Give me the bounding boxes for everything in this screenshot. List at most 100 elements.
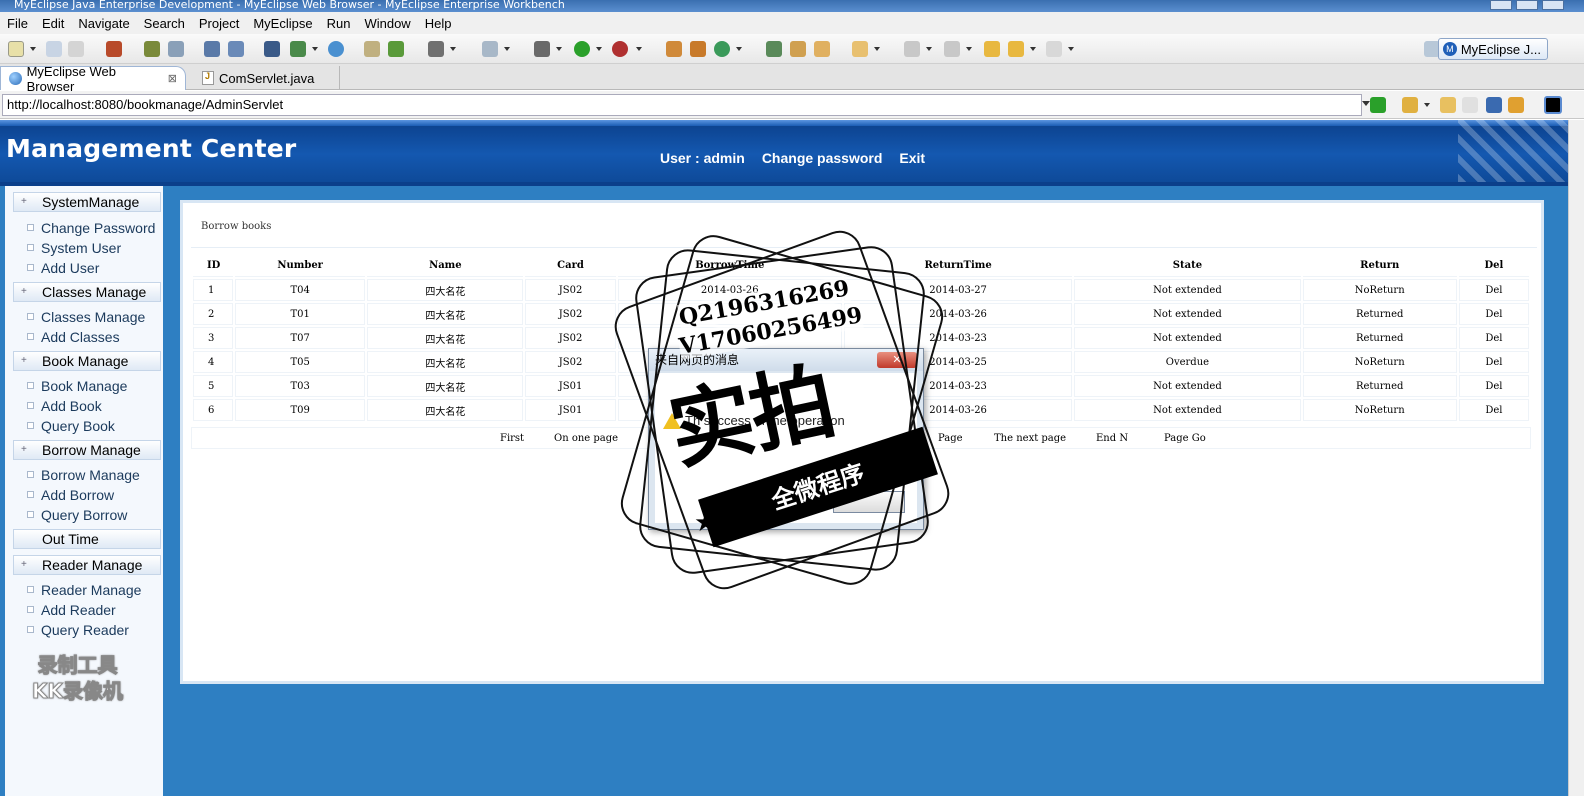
sidebar-group-book[interactable]: + Book Manage xyxy=(13,351,161,371)
next-annotation-dropdown-icon[interactable] xyxy=(926,47,932,51)
pager-prev[interactable]: On one page xyxy=(554,433,618,444)
menu-project[interactable]: Project xyxy=(192,16,246,31)
change-password-link[interactable]: Change password xyxy=(762,150,883,166)
tools-dropdown-icon[interactable] xyxy=(504,47,510,51)
sidebar-item-reader-manage[interactable]: Reader Manage xyxy=(21,581,141,599)
sidebar-item-change-password[interactable]: Change Password xyxy=(21,219,155,237)
maximize-button[interactable] xyxy=(1516,0,1538,10)
menu-help[interactable]: Help xyxy=(418,16,459,31)
pager-first[interactable]: First xyxy=(500,433,524,444)
pencil-icon[interactable] xyxy=(790,41,806,57)
cell-del[interactable]: Del xyxy=(1458,351,1529,373)
menu-window[interactable]: Window xyxy=(357,16,417,31)
vertical-scrollbar[interactable] xyxy=(1568,120,1584,796)
back-dropdown-icon[interactable] xyxy=(1030,47,1036,51)
screenshot-icon[interactable] xyxy=(428,41,444,57)
forward-dropdown-icon[interactable] xyxy=(1068,47,1074,51)
build-icon[interactable] xyxy=(144,41,160,57)
cell-return[interactable]: NoReturn xyxy=(1302,351,1457,373)
browser-globe-icon[interactable] xyxy=(328,41,344,57)
hierarchy-icon[interactable] xyxy=(264,41,280,57)
folder-dropdown-icon[interactable] xyxy=(874,47,880,51)
sidebar-group-reader[interactable]: + Reader Manage xyxy=(13,555,161,575)
url-input[interactable]: http://localhost:8080/bookmanage/AdminSe… xyxy=(2,94,1362,116)
new-class-dropdown-icon[interactable] xyxy=(312,47,318,51)
terminal-icon[interactable] xyxy=(1544,96,1562,114)
perspective-button[interactable]: M MyEclipse J... xyxy=(1437,38,1548,60)
prev-annotation-dropdown-icon[interactable] xyxy=(966,47,972,51)
favorites-icon[interactable] xyxy=(1402,97,1418,113)
sidebar-item-system-user[interactable]: System User xyxy=(21,239,121,257)
cell-del[interactable]: Del xyxy=(1458,375,1529,397)
search-folder-icon[interactable] xyxy=(814,41,830,57)
sidebar-item-borrow-manage[interactable]: Borrow Manage xyxy=(21,466,140,484)
back-arrow-icon[interactable] xyxy=(1008,41,1024,57)
cell-return[interactable]: Returned xyxy=(1302,303,1457,325)
refresh-page-icon[interactable] xyxy=(1508,97,1524,113)
new-dropdown-icon[interactable] xyxy=(30,47,36,51)
sidebar-item-classes-manage[interactable]: Classes Manage xyxy=(21,308,145,326)
pager-next[interactable]: The next page xyxy=(994,433,1066,444)
sidebar-group-out-time[interactable]: Out Time xyxy=(13,529,161,549)
dialog-ok-button[interactable] xyxy=(833,491,905,513)
cell-del[interactable]: Del xyxy=(1458,279,1529,301)
run-dropdown-icon[interactable] xyxy=(596,47,602,51)
prev-annotation-icon[interactable] xyxy=(944,41,960,57)
favorites-dropdown-icon[interactable] xyxy=(1424,103,1430,107)
cell-return[interactable]: Returned xyxy=(1302,327,1457,349)
new-interface-icon[interactable] xyxy=(690,41,706,57)
sidebar-item-query-reader[interactable]: Query Reader xyxy=(21,621,129,639)
external-tools-icon[interactable] xyxy=(612,41,628,57)
sidebar-group-classes[interactable]: + Classes Manage xyxy=(13,282,161,302)
refresh-dropdown-icon[interactable] xyxy=(736,47,742,51)
sidebar-group-borrow[interactable]: + Borrow Manage xyxy=(13,440,161,460)
close-window-button[interactable] xyxy=(1542,0,1564,10)
sidebar-item-query-borrow[interactable]: Query Borrow xyxy=(21,506,127,524)
browser-back-icon[interactable] xyxy=(1440,97,1456,113)
cell-return[interactable]: NoReturn xyxy=(1302,399,1457,421)
menu-myeclipse[interactable]: MyEclipse xyxy=(246,16,319,31)
next-annotation-icon[interactable] xyxy=(904,41,920,57)
tools-icon[interactable] xyxy=(482,41,498,57)
menu-search[interactable]: Search xyxy=(137,16,192,31)
deploy-icon[interactable] xyxy=(204,41,220,57)
new-class-icon[interactable] xyxy=(290,41,306,57)
sidebar-item-add-classes[interactable]: Add Classes xyxy=(21,328,120,346)
menu-navigate[interactable]: Navigate xyxy=(71,16,136,31)
package-icon[interactable] xyxy=(106,41,122,57)
web-service-icon[interactable] xyxy=(228,41,244,57)
cell-del[interactable]: Del xyxy=(1458,327,1529,349)
screenshot-dropdown-icon[interactable] xyxy=(450,47,456,51)
external-tools-dropdown-icon[interactable] xyxy=(636,47,642,51)
server-icon[interactable] xyxy=(168,41,184,57)
sidebar-item-add-user[interactable]: Add User xyxy=(21,259,99,277)
new-package-icon[interactable] xyxy=(666,41,682,57)
folder-icon[interactable] xyxy=(852,41,868,57)
run-icon[interactable] xyxy=(574,41,590,57)
sidebar-item-book-manage[interactable]: Book Manage xyxy=(21,377,127,395)
open-folder-icon[interactable] xyxy=(766,41,782,57)
sidebar-group-system[interactable]: + SystemManage xyxy=(13,192,161,212)
save-icon[interactable] xyxy=(46,41,62,57)
cell-return[interactable]: NoReturn xyxy=(1302,279,1457,301)
cell-del[interactable]: Del xyxy=(1458,399,1529,421)
refresh-icon[interactable] xyxy=(714,41,730,57)
forward-arrow-icon[interactable] xyxy=(1046,41,1062,57)
go-icon[interactable] xyxy=(1370,97,1386,113)
tab-comservlet[interactable]: ComServlet.java xyxy=(194,66,340,90)
last-edit-icon[interactable] xyxy=(984,41,1000,57)
cell-del[interactable]: Del xyxy=(1458,303,1529,325)
pager-end[interactable]: End N xyxy=(1096,433,1128,444)
menu-edit[interactable]: Edit xyxy=(35,16,71,31)
tab-close-icon[interactable]: ⊠ xyxy=(168,72,177,85)
browser-forward-icon[interactable] xyxy=(1462,97,1478,113)
cell-return[interactable]: Returned xyxy=(1302,375,1457,397)
tab-web-browser[interactable]: MyEclipse Web Browser ⊠ xyxy=(0,64,186,94)
sidebar-item-add-borrow[interactable]: Add Borrow xyxy=(21,486,114,504)
url-history-dropdown-icon[interactable] xyxy=(1362,101,1370,106)
stop-icon[interactable] xyxy=(1486,97,1502,113)
new-icon[interactable] xyxy=(8,41,24,57)
save-all-icon[interactable] xyxy=(68,41,84,57)
menu-run[interactable]: Run xyxy=(320,16,358,31)
exit-link[interactable]: Exit xyxy=(899,150,925,166)
